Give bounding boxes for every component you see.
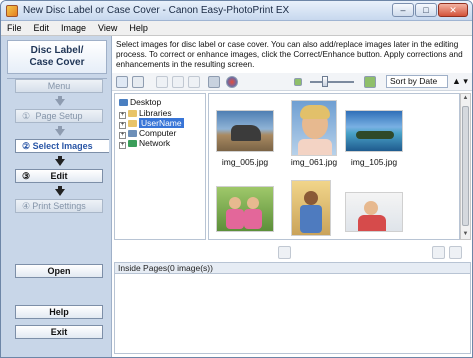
network-icon — [128, 140, 137, 147]
sort-dropdown[interactable]: Sort by Date — [386, 75, 448, 88]
help-button[interactable]: Help — [15, 305, 103, 319]
step-navigation: Disc Label/ Case Cover Menu ① Page Setup… — [1, 36, 111, 357]
zoom-slider-thumb[interactable] — [322, 76, 328, 87]
folder-icon — [128, 120, 137, 127]
image-toolbar: Sort by Date ▲ ▾ — [112, 73, 472, 91]
minimize-button[interactable]: – — [392, 3, 414, 17]
tree-item-desktop[interactable]: Desktop — [119, 97, 161, 107]
image-strip-actions — [112, 242, 472, 262]
window-title: New Disc Label or Case Cover - Canon Eas… — [23, 5, 290, 16]
thumbnail-img-5[interactable] — [291, 180, 331, 236]
step-number: ② — [22, 141, 31, 151]
delete-icon[interactable] — [188, 76, 200, 88]
nav-header-line1: Disc Label/ — [30, 45, 84, 56]
small-image-icon — [294, 78, 302, 86]
tree-label: Network — [139, 138, 171, 148]
menu-file[interactable]: File — [1, 21, 28, 35]
inside-pages-area[interactable] — [114, 274, 471, 354]
open-button[interactable]: Open — [15, 264, 103, 278]
thumbnail-img-061[interactable] — [291, 100, 337, 156]
tree-item-network[interactable]: + Network — [119, 138, 170, 149]
thumbnail-img-6[interactable] — [345, 192, 403, 232]
expand-icon[interactable]: + — [119, 142, 126, 149]
app-icon — [6, 5, 18, 17]
zoom-slider[interactable] — [310, 81, 354, 83]
add-image-icon[interactable] — [278, 246, 291, 259]
arrow-down-icon — [55, 99, 65, 106]
menu-edit[interactable]: Edit — [28, 21, 56, 35]
print-settings-label: Print Settings — [32, 201, 86, 211]
page-setup-button[interactable]: ① Page Setup — [15, 109, 103, 123]
scroll-down-icon[interactable]: ▼ — [462, 231, 469, 238]
arrow-down-icon — [55, 159, 65, 166]
large-image-icon — [364, 76, 376, 88]
arrow-down-icon — [55, 129, 65, 136]
scroll-thumb[interactable] — [462, 106, 469, 226]
globe-icon[interactable] — [226, 76, 238, 88]
tree-label: Libraries — [139, 108, 172, 118]
nav-header: Disc Label/ Case Cover — [7, 40, 107, 74]
menu-button[interactable]: Menu — [15, 79, 103, 93]
grid-view-icon[interactable] — [116, 76, 128, 88]
thumbnail-scrollbar[interactable]: ▲ ▼ — [460, 93, 471, 240]
computer-icon — [128, 130, 137, 137]
inside-pages-header: Inside Pages(0 image(s)) — [114, 262, 471, 274]
page-setup-label: Page Setup — [35, 111, 83, 121]
thumbnail-label: img_005.jpg — [221, 157, 269, 167]
close-button[interactable]: ✕ — [438, 3, 468, 17]
menu-image[interactable]: Image — [55, 21, 92, 35]
main-panel: Select images for disc label or case cov… — [111, 36, 472, 357]
app-window: New Disc Label or Case Cover - Canon Eas… — [0, 0, 473, 358]
desktop-icon — [119, 99, 128, 106]
select-images-label: Select Images — [32, 141, 93, 151]
select-images-button[interactable]: ② Select Images — [15, 139, 109, 153]
thumbnail-label: img_061.jpg — [290, 157, 338, 167]
thumbnail-area: img_005.jpg img_061.jpg img_105.jpg — [208, 93, 460, 240]
folder-icon — [128, 110, 137, 117]
edit-button[interactable]: ③ Edit — [15, 169, 103, 183]
menu-bar: File Edit Image View Help — [1, 21, 472, 36]
menu-help[interactable]: Help — [123, 21, 154, 35]
remove-image-icon[interactable] — [432, 246, 445, 259]
folder-tree: Desktop + Libraries + UserName + Computer +… — [114, 93, 206, 240]
step-number: ④ — [22, 201, 31, 211]
arrow-down-icon — [55, 189, 65, 196]
menu-view[interactable]: View — [92, 21, 123, 35]
instructions-text: Select images for disc label or case cov… — [116, 40, 463, 69]
tree-label: Desktop — [130, 97, 162, 107]
scroll-up-icon[interactable]: ▲ — [462, 95, 469, 102]
print-settings-button[interactable]: ④ Print Settings — [15, 199, 103, 213]
thumbnail-label: img_105.jpg — [350, 157, 398, 167]
window-controls: – □ ✕ — [392, 3, 468, 17]
edit-label: Edit — [50, 171, 68, 181]
correct-enhance-icon[interactable] — [208, 76, 220, 88]
thumbnail-img-105[interactable] — [345, 110, 403, 152]
maximize-button[interactable]: □ — [415, 3, 437, 17]
title-bar[interactable]: New Disc Label or Case Cover - Canon Eas… — [1, 1, 472, 21]
tree-label: UserName — [139, 118, 184, 128]
exit-button[interactable]: Exit — [15, 325, 103, 339]
tree-label: Computer — [139, 128, 177, 138]
rotate-left-icon[interactable] — [156, 76, 168, 88]
list-view-icon[interactable] — [132, 76, 144, 88]
sort-order-icon[interactable]: ▲ ▾ — [452, 76, 468, 87]
nav-header-line2: Case Cover — [29, 57, 85, 68]
thumbnail-img-4[interactable] — [216, 186, 274, 232]
rotate-right-icon[interactable] — [172, 76, 184, 88]
step-number: ① — [22, 111, 31, 121]
thumbnail-img-005[interactable] — [216, 110, 274, 152]
remove-all-icon[interactable] — [449, 246, 462, 259]
step-number: ③ — [22, 171, 31, 181]
